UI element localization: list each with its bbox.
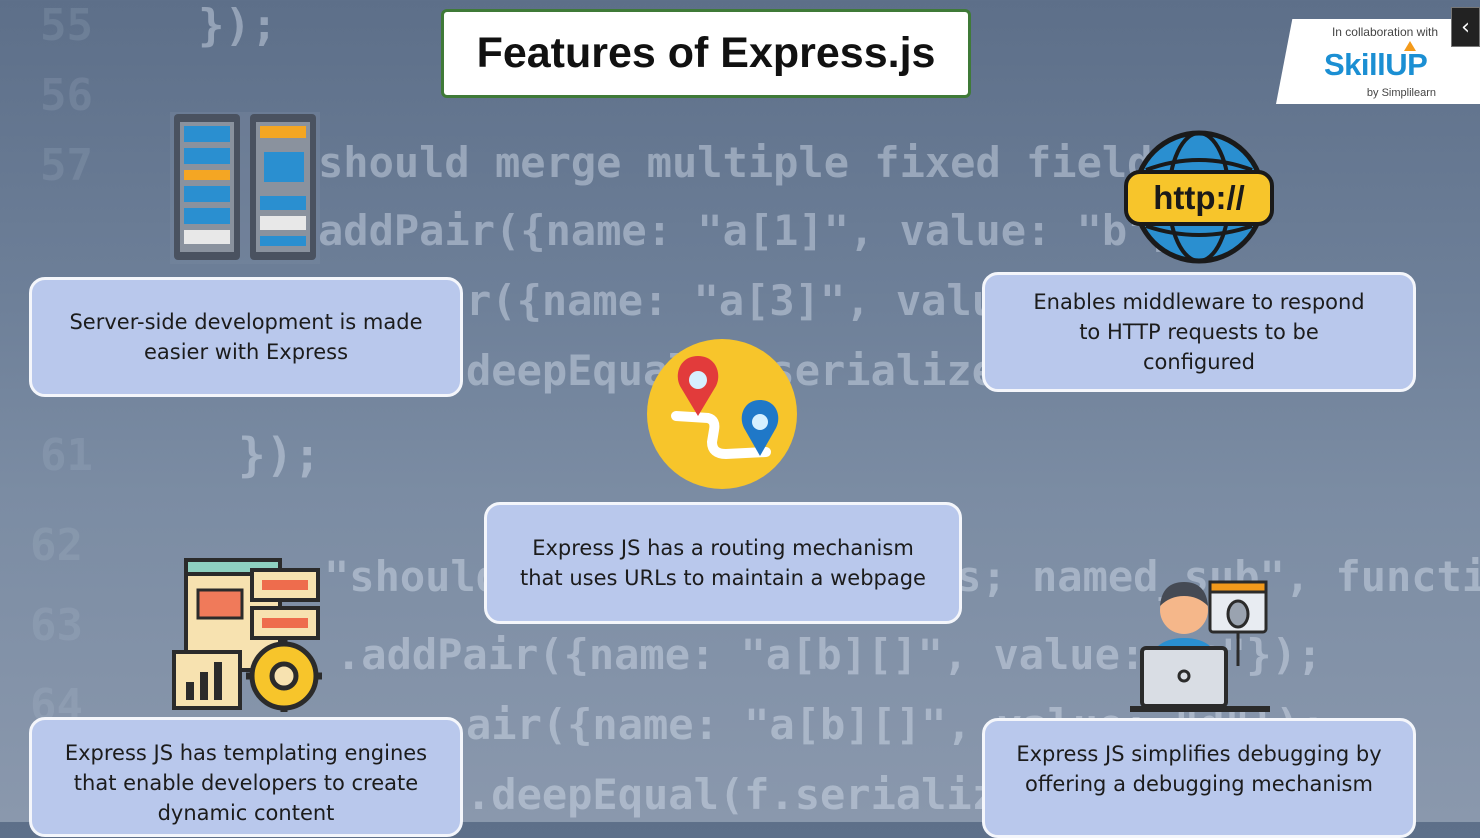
slide-title: Features of Express.js — [441, 9, 971, 98]
chevron-left-icon: ‹ — [1461, 14, 1470, 40]
http-globe-icon: http:// — [1124, 130, 1274, 264]
feature-text-routing: Express JS has a routing mechanism that … — [520, 536, 926, 590]
developer-bug-icon — [1130, 580, 1270, 712]
feature-text-middleware: Enables middleware to respond to HTTP re… — [1033, 290, 1365, 374]
feature-card-server: Server-side development is made easier w… — [29, 277, 463, 397]
feature-text-server: Server-side development is made easier w… — [69, 310, 423, 364]
code-line: }); — [198, 0, 278, 51]
skillup-logo: SkillUP — [1324, 47, 1428, 82]
code-line: should merge multiple fixed fields", — [318, 138, 1229, 187]
feature-card-middleware: Enables middleware to respond to HTTP re… — [982, 272, 1416, 392]
slide-title-text: Features of Express.js — [476, 29, 936, 77]
feature-text-debugging: Express JS simplifies debugging by offer… — [1016, 742, 1382, 796]
code-line: .deepEqual(f.serialize — [466, 770, 1023, 819]
feature-card-routing: Express JS has a routing mechanism that … — [484, 502, 962, 624]
code-line: r({name: "a[3]", value: — [466, 276, 1048, 325]
dashboard-gear-icon — [172, 558, 322, 712]
collab-sub-label: by Simplilearn — [1366, 87, 1436, 99]
route-map-pins-icon — [647, 339, 797, 489]
feature-card-templating: Express JS has templating engines that e… — [29, 717, 463, 837]
collab-label: In collaboration with — [1331, 25, 1438, 39]
feature-card-debugging: Express JS simplifies debugging by offer… — [982, 718, 1416, 838]
collaboration-badge: In collaboration with SkillUP by Simplil… — [1276, 19, 1480, 104]
code-line: }); — [238, 428, 322, 482]
feature-text-templating: Express JS has templating engines that e… — [64, 741, 428, 825]
server-rack-icon — [170, 112, 320, 264]
http-label: http:// — [1153, 179, 1245, 216]
code-line: addPair({name: "a[1]", value: "b"}); — [318, 206, 1229, 255]
collapse-panel-button[interactable]: ‹ — [1451, 7, 1480, 47]
